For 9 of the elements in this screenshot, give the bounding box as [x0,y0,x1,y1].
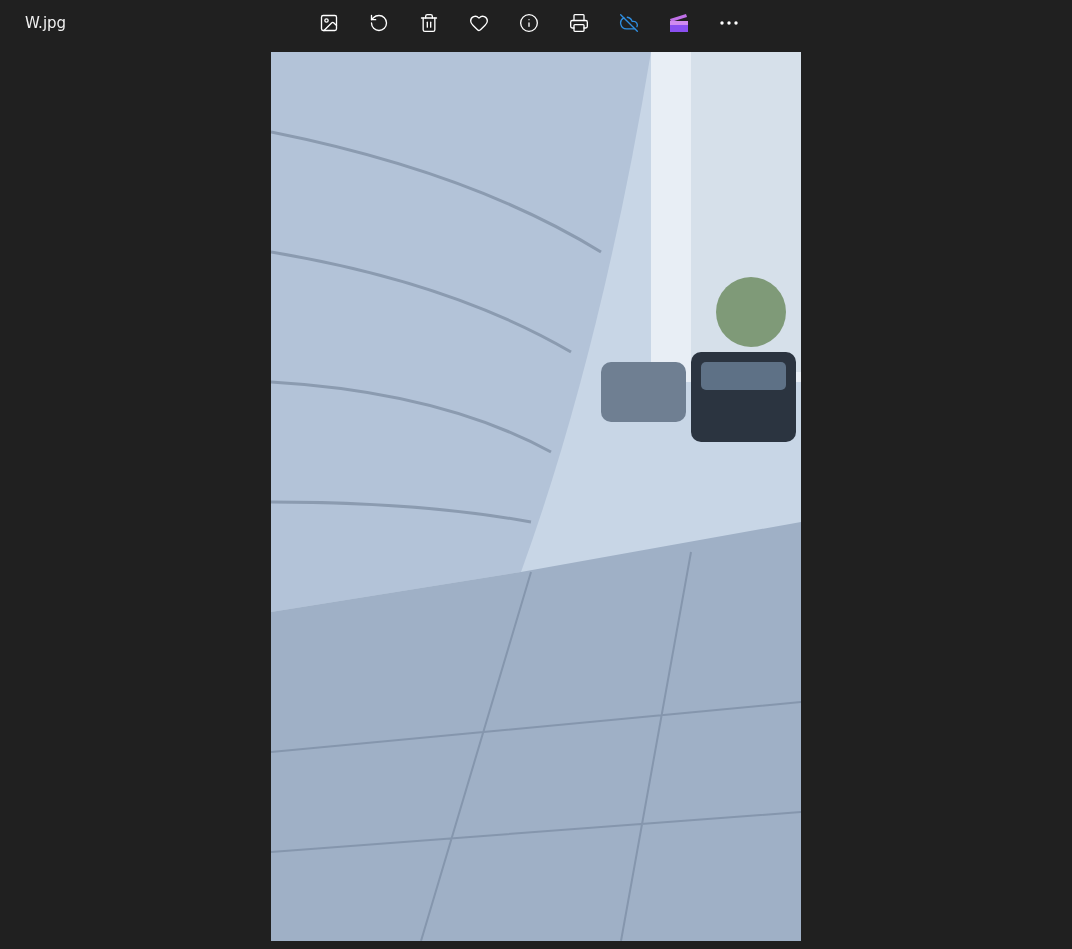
printer-icon [568,12,589,33]
file-name: W.jpg [24,13,68,32]
cloud-off-icon [618,12,639,33]
trash-icon [418,12,439,33]
more-icon [719,20,738,25]
info-icon [518,12,539,33]
image-icon [318,12,339,33]
rotate-icon [368,12,389,33]
clapperboard-icon [667,11,690,34]
